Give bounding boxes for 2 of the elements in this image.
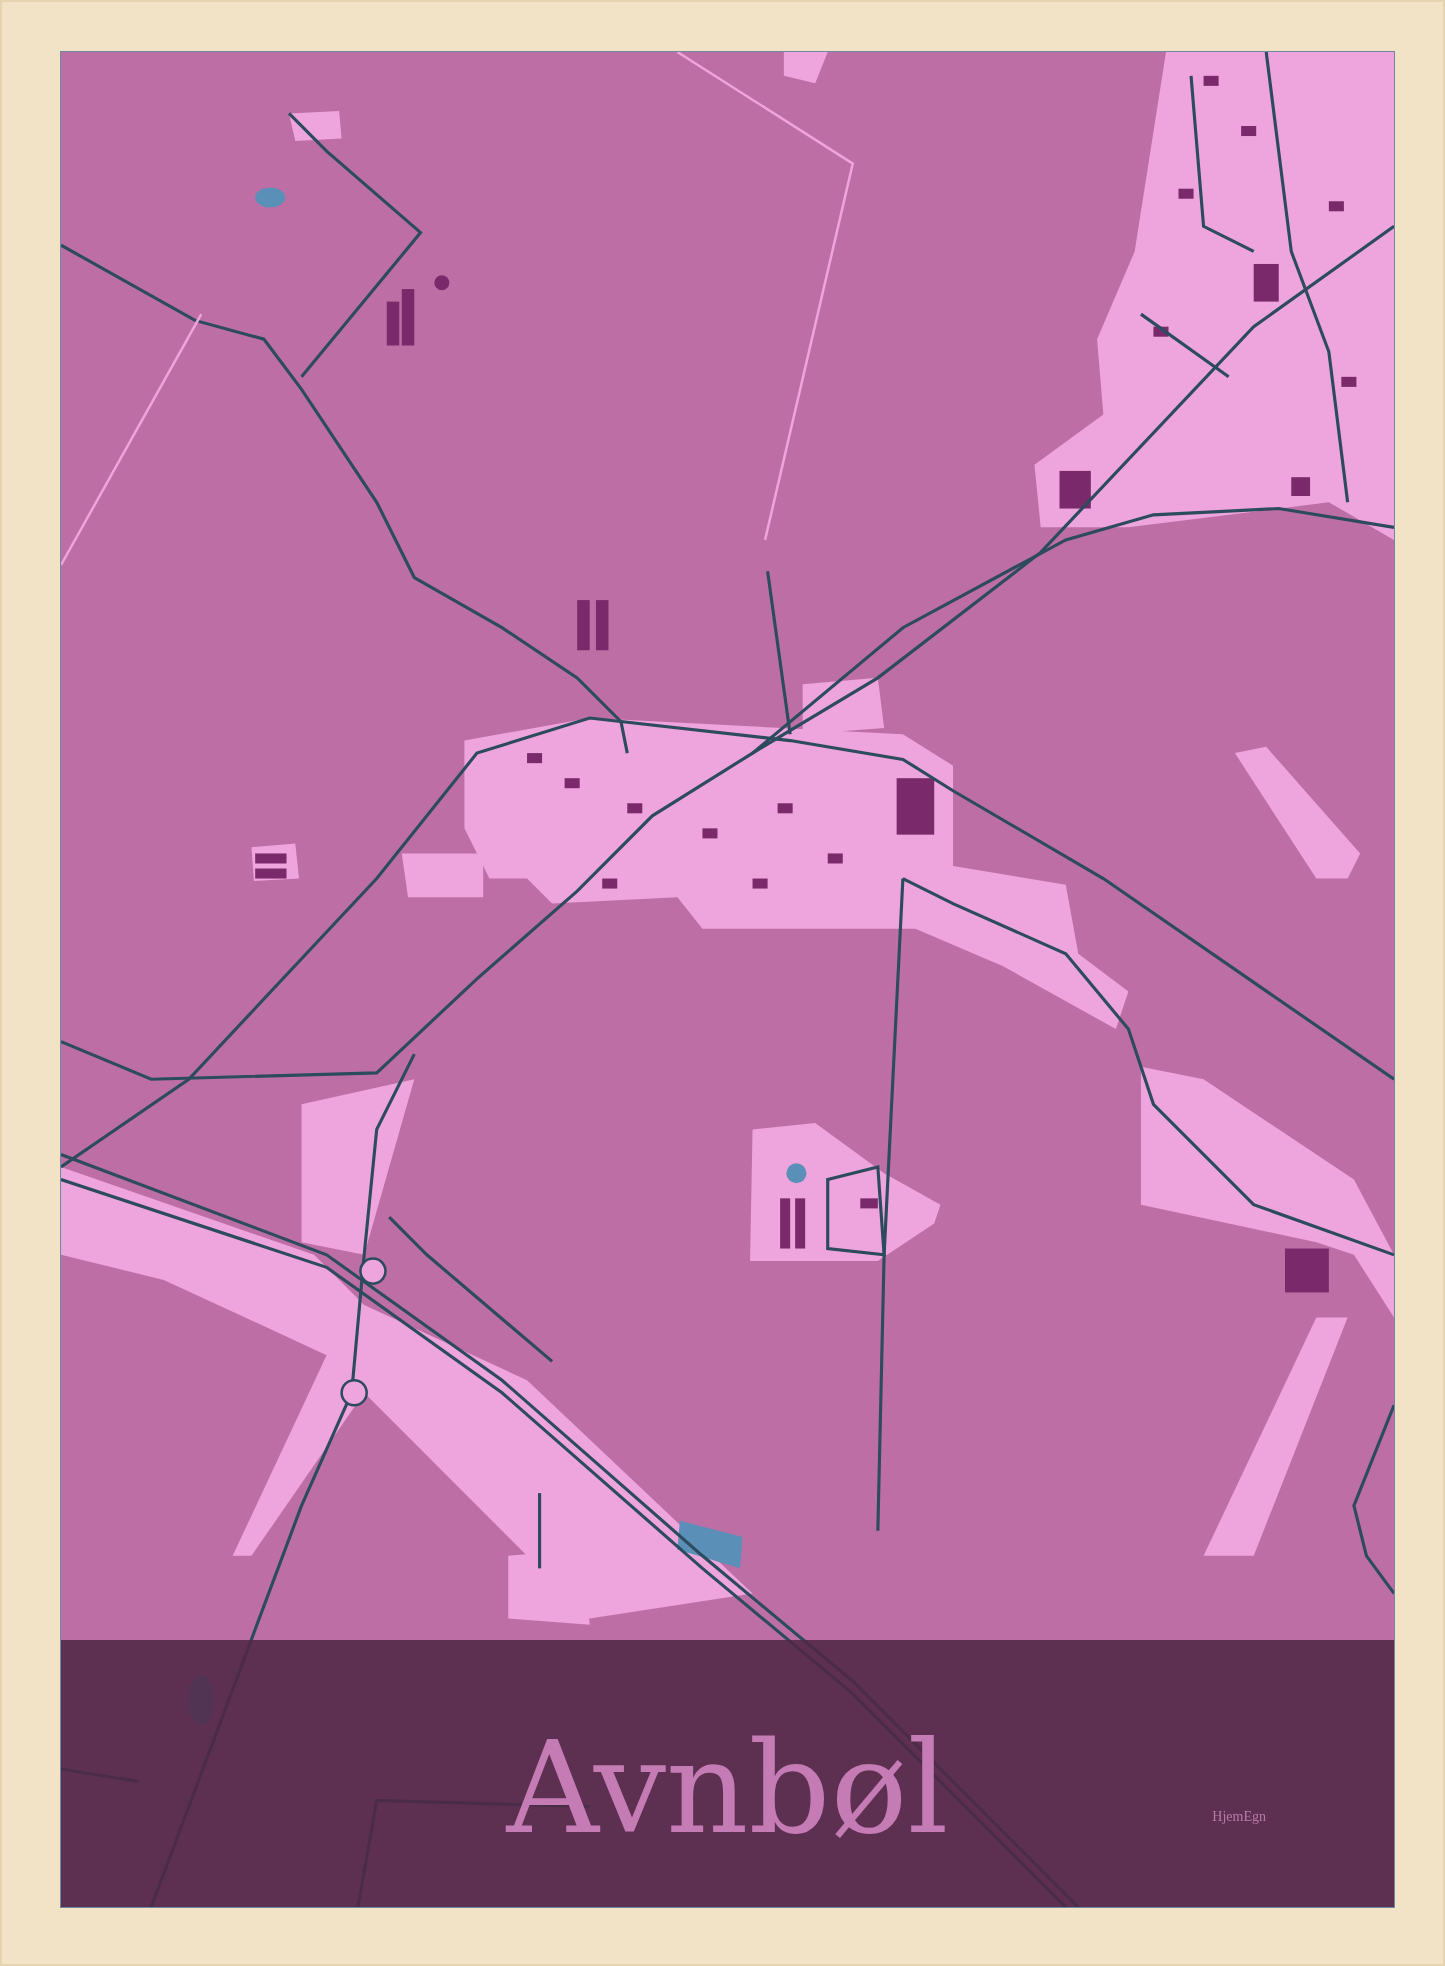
brand-logo: HjemEgn — [1212, 1808, 1266, 1826]
town-title: Avnbøl — [506, 1724, 949, 1852]
